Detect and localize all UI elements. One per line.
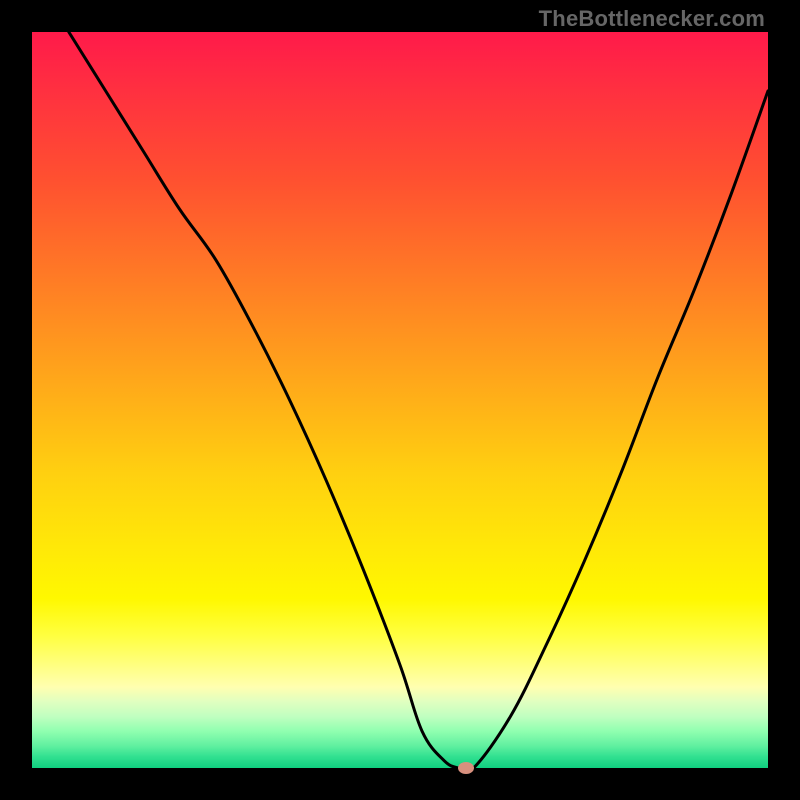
curve-svg — [32, 32, 768, 768]
chart-container: TheBottlenecker.com — [0, 0, 800, 800]
watermark-text: TheBottlenecker.com — [539, 6, 765, 32]
optimal-point-marker — [458, 762, 474, 774]
plot-area — [32, 32, 768, 768]
bottleneck-curve-line — [69, 32, 768, 768]
